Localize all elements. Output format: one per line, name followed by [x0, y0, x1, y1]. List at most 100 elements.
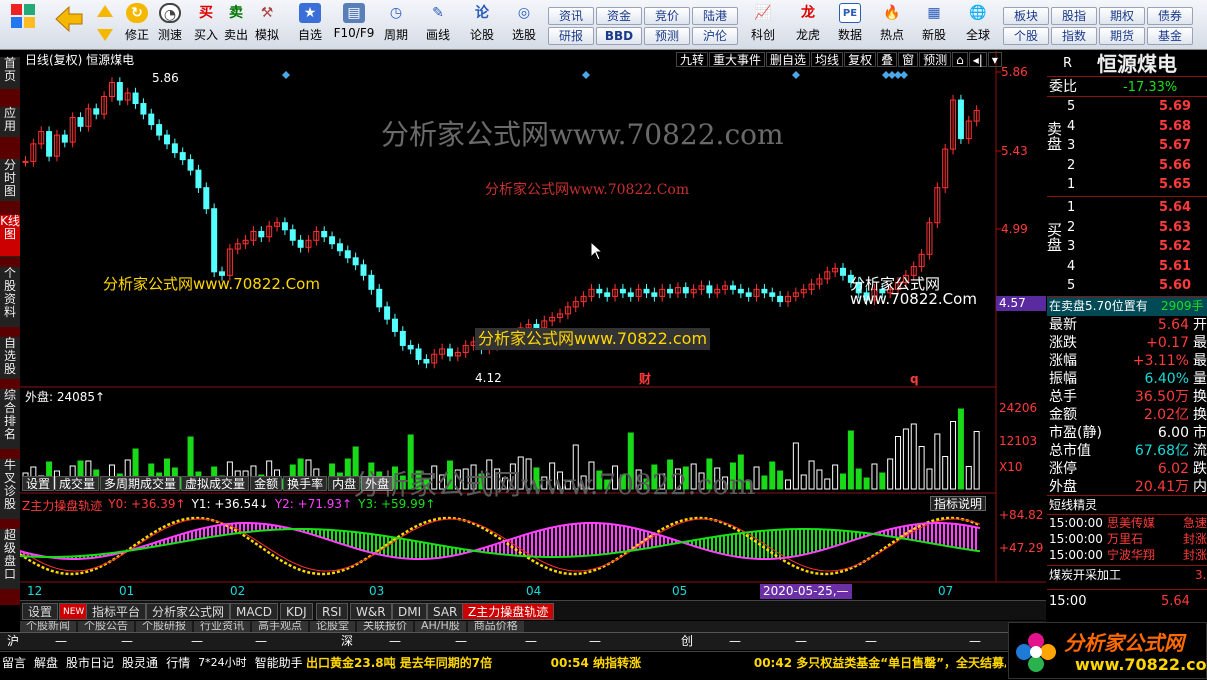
menu-bbd[interactable]: BBD — [596, 27, 642, 45]
order-book-row[interactable]: 1 5.65 — [1067, 177, 1207, 196]
q-marker[interactable]: q — [907, 372, 922, 387]
draw-line-button[interactable]: ✎ 画线 — [420, 3, 456, 47]
news-ticker[interactable]: 出口黄金23.8吨 是去年同期的7倍 00:54 纳指转涨 00:42 多只权益… — [306, 654, 1006, 671]
simulate-button[interactable]: ⚒ 模拟 — [252, 3, 282, 47]
menu-options[interactable]: 期权 — [1099, 7, 1145, 25]
hotspot-button[interactable]: 🔥 热点 — [874, 3, 910, 47]
volume-tab[interactable]: 内盘 — [328, 476, 361, 491]
sidebar-item-watchlist[interactable]: 自选股 — [0, 337, 20, 379]
pin-left-icon[interactable]: ◂| — [968, 52, 987, 67]
button-adjust[interactable]: 复权 — [844, 52, 877, 67]
tab-settings[interactable]: 设置 — [22, 603, 59, 620]
menu-auction[interactable]: 竞价 — [644, 7, 690, 25]
menu-futures[interactable]: 期货 — [1099, 27, 1145, 45]
menu-funds[interactable]: 资金 — [596, 7, 642, 25]
button-ma[interactable]: 均线 — [811, 52, 844, 67]
sidebar-item-orderbook[interactable]: 超级盘口 — [0, 529, 20, 589]
menu-hk[interactable]: 陆港 — [692, 7, 738, 25]
news-row[interactable]: 15:00:00 宁波华翔 封涨 — [1047, 547, 1207, 563]
sub-tab[interactable]: 个股公告 — [78, 621, 134, 632]
sub-tab[interactable]: 高手观点 — [252, 621, 308, 632]
sz-label[interactable]: 深 — [338, 634, 356, 649]
tab-fxj[interactable]: 分析家公式网 — [146, 603, 231, 620]
volume-tab[interactable]: 金额 — [250, 476, 283, 491]
menu-bonds[interactable]: 债券 — [1147, 7, 1193, 25]
menu-forecast[interactable]: 预测 — [644, 27, 690, 45]
buy-button[interactable]: 买买入 — [192, 3, 220, 47]
order-book-row[interactable]: 5 5.60 — [1067, 278, 1207, 297]
up-down-icon[interactable] — [94, 3, 116, 47]
sub-tab[interactable]: 关联报价 — [357, 621, 413, 632]
sidebar-item-profile[interactable]: 个股资料 — [0, 267, 20, 327]
watchlist-button[interactable]: ★ 自选 — [292, 3, 328, 47]
menu-stock[interactable]: 个股 — [1003, 27, 1049, 45]
sidebar-item-apps[interactable]: 应用 — [0, 107, 20, 137]
volume-tab[interactable]: 设置 — [22, 476, 55, 491]
order-book-row[interactable]: 5 5.69 — [1067, 99, 1207, 118]
sub-tab[interactable]: 论股堂 — [310, 621, 355, 632]
indicator-explain-button[interactable]: 指标说明 — [930, 496, 987, 511]
news-row[interactable]: 15:00:00 思美传媒 急速 — [1047, 515, 1207, 531]
tab-indicator-platform[interactable]: 指标平台 — [86, 603, 147, 620]
order-book-row[interactable]: 1 5.64 — [1067, 200, 1207, 219]
volume-tab[interactable]: 多周期成交量 — [100, 476, 181, 491]
star-market-button[interactable]: 📈 科创 — [745, 3, 781, 47]
sector-name[interactable]: 煤炭开采加工 — [1049, 566, 1121, 585]
status-item[interactable]: 股市日记 — [66, 654, 114, 671]
status-item[interactable]: 行情 — [166, 654, 190, 671]
volume-tab[interactable]: 虚拟成交量 — [181, 476, 250, 491]
button-forecast[interactable]: 预测 — [919, 52, 952, 67]
sidebar-item-timeshare[interactable]: 分时图 — [0, 159, 20, 201]
button-major-events[interactable]: 重大事件 — [709, 52, 766, 67]
sell-button[interactable]: 卖卖出 — [222, 3, 250, 47]
order-book-row[interactable]: 3 5.62 — [1067, 239, 1207, 258]
button-window[interactable]: 窗 — [898, 52, 919, 67]
menu-index[interactable]: 指数 — [1051, 27, 1097, 45]
order-book-row[interactable]: 4 5.68 — [1067, 119, 1207, 138]
f10-button[interactable]: ▤ F10/F9 — [332, 3, 376, 47]
kline-chart-area[interactable]: 日线(复权) 恒源煤电 九转 重大事件 删自选 均线 复权 叠 窗 预测 ⌂ ◂… — [20, 51, 1046, 600]
sub-tab[interactable]: 行业资讯 — [194, 621, 250, 632]
menu-shanghai-london[interactable]: 沪伦 — [692, 27, 738, 45]
menu-fund[interactable]: 基金 — [1147, 27, 1193, 45]
volume-tab[interactable]: 成交量 — [55, 476, 100, 491]
financial-marker[interactable]: 财 — [636, 372, 654, 387]
menu-news[interactable]: 资讯 — [548, 7, 594, 25]
global-button[interactable]: 🌐 全球 — [958, 3, 998, 47]
button-overlay[interactable]: 叠 — [877, 52, 898, 67]
logo-icon[interactable] — [8, 3, 38, 47]
tab-macd[interactable]: MACD — [230, 603, 278, 620]
menu-research[interactable]: 研报 — [548, 27, 594, 45]
speedtest-button[interactable]: ◔ 测速 — [155, 3, 185, 47]
status-item[interactable]: 智能助手 — [255, 654, 303, 671]
back-icon[interactable] — [52, 3, 86, 47]
sub-tab[interactable]: 个股新闻 — [20, 621, 76, 632]
discuss-button[interactable]: 论论股 — [464, 3, 500, 47]
tab-z-active[interactable]: Z主力操盘轨迹 — [462, 603, 555, 620]
volume-tab[interactable]: 换手率 — [283, 476, 328, 491]
tab-dmi[interactable]: DMI — [392, 603, 428, 620]
dragon-tiger-button[interactable]: 龙龙虎 — [790, 3, 826, 47]
jingxuan-title[interactable]: 短线精灵 — [1049, 496, 1097, 515]
sidebar-item-ranking[interactable]: 综合排名 — [0, 389, 20, 449]
status-item[interactable]: 7*24小时 — [198, 654, 247, 671]
ipo-button[interactable]: ▦ 新股 — [916, 3, 952, 47]
sidebar-item-home[interactable]: 首页 — [0, 57, 20, 89]
stock-picker-button[interactable]: ◎ 选股 — [506, 3, 542, 47]
order-book-row[interactable]: 4 5.61 — [1067, 259, 1207, 278]
order-book-row[interactable]: 3 5.67 — [1067, 138, 1207, 157]
data-button[interactable]: PE 数据 — [832, 3, 868, 47]
news-row[interactable]: 15:00:00 万里石 封涨 — [1047, 531, 1207, 547]
button-remove-watchlist[interactable]: 删自选 — [766, 52, 811, 67]
sub-tab[interactable]: 个股研报 — [136, 621, 192, 632]
button-jiuzhuan[interactable]: 九转 — [676, 52, 709, 67]
order-book-row[interactable]: 2 5.66 — [1067, 158, 1207, 177]
sh-label[interactable]: 沪 — [4, 634, 22, 649]
sub-tab[interactable]: 商品价格 — [467, 621, 524, 632]
tab-wr[interactable]: W&R — [350, 603, 392, 620]
tab-sar[interactable]: SAR — [427, 603, 464, 620]
sidebar-item-kline[interactable]: K线图 — [0, 215, 20, 257]
revise-button[interactable]: ↻ 修正 — [122, 3, 152, 47]
tab-rsi[interactable]: RSI — [316, 603, 348, 620]
order-book-row[interactable]: 2 5.63 — [1067, 220, 1207, 239]
